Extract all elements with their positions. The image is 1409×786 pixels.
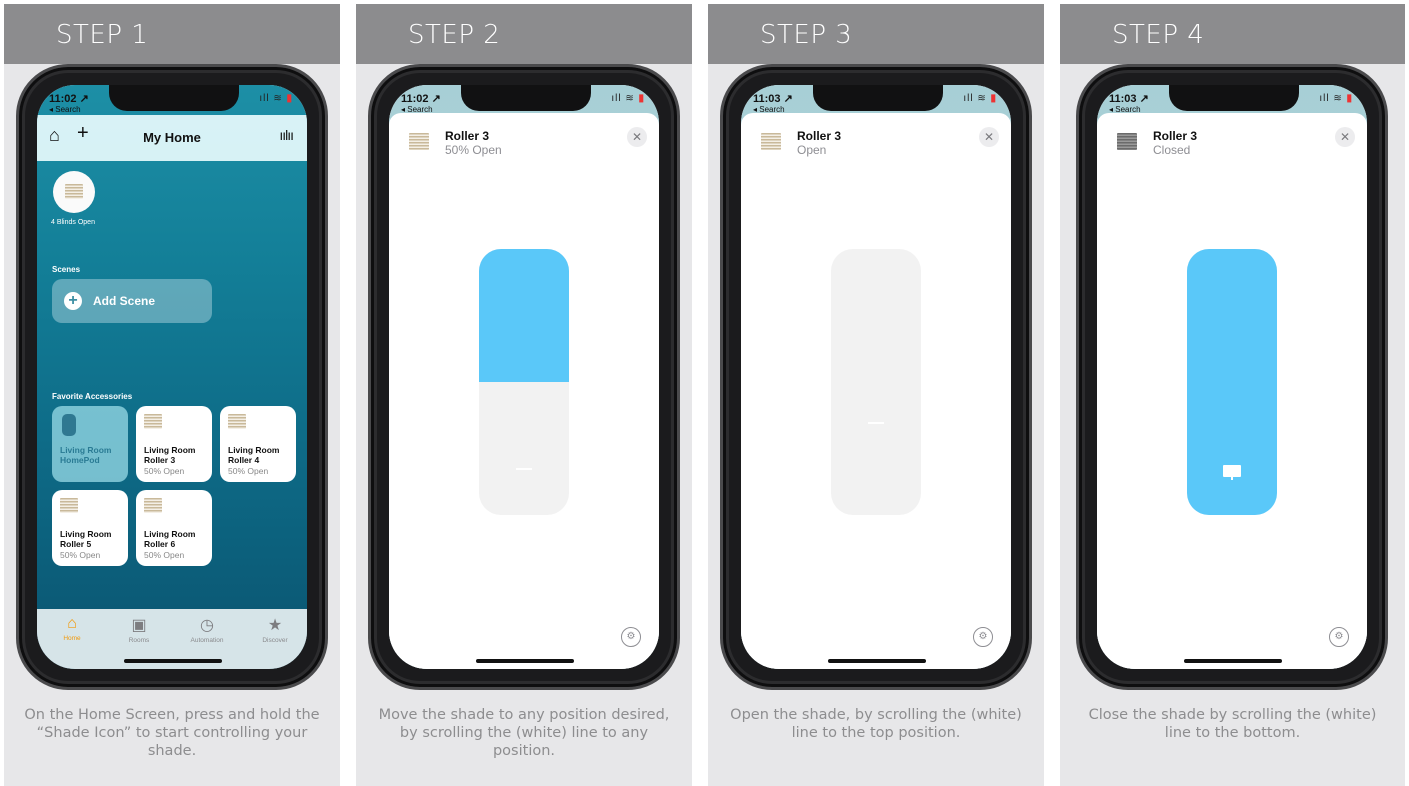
step-header: STEP 4 <box>1060 4 1405 64</box>
house-icon: ⌂ <box>67 615 77 632</box>
phone-frame: 11:02 ↗ ◂ Search ıll ≋ ▮ Roller 3 50% Op… <box>368 64 680 690</box>
favorites-label: Favorite Accessories <box>52 392 133 401</box>
step-4-panel: STEP 4 11:03 ↗ ◂ Search ıll ≋ ▮ Roller 3… <box>1060 4 1405 786</box>
step-caption: Open the shade, by scrolling the (white)… <box>730 707 1022 741</box>
accessory-name: Roller 3 <box>797 129 842 143</box>
accessory-sheet: Roller 3 Open ✕ ⚙ <box>741 113 1011 669</box>
blind-icon <box>60 498 78 513</box>
phone-screen: 11:02 ↗ ◂ Search ıll ≋ ▮ Roller 3 50% Op… <box>389 85 659 669</box>
tab-rooms[interactable]: ▣ Rooms <box>109 615 169 644</box>
shade-position-slider[interactable] <box>1187 249 1277 515</box>
phone-screen: 11:02 ↗ ◂ Search ıll ≋ ▮ ⌂ + My Home ııl… <box>37 85 307 669</box>
accessory-sheet: Roller 3 50% Open ✕ ⚙ <box>389 113 659 669</box>
tab-automation[interactable]: ◷ Automation <box>177 615 237 644</box>
accessory-tile-roller-3[interactable]: Living Room Roller 3 50% Open <box>136 406 212 482</box>
step-header: STEP 1 <box>4 4 340 64</box>
slider-handle[interactable] <box>516 468 532 471</box>
phone-screen: 11:03 ↗ ◂ Search ıll ≋ ▮ Roller 3 Closed… <box>1097 85 1367 669</box>
gear-icon[interactable]: ⚙ <box>621 627 641 647</box>
accessory-status: Closed <box>1153 143 1191 157</box>
clock-icon: ◷ <box>200 617 214 634</box>
home-top-bar: ⌂ + My Home ıılıı <box>37 115 307 161</box>
blind-icon <box>65 184 83 199</box>
accessory-tile-roller-4[interactable]: Living Room Roller 4 50% Open <box>220 406 296 482</box>
step-3-panel: STEP 3 11:03 ↗ ◂ Search ıll ≋ ▮ Roller 3… <box>708 4 1044 786</box>
back-to-search-link[interactable]: ◂ Search <box>753 105 785 114</box>
tab-home[interactable]: ⌂ Home <box>42 615 102 642</box>
accessory-tile-homepod[interactable]: Living Room HomePod <box>52 406 128 482</box>
accessory-tile-roller-5[interactable]: Living Room Roller 5 50% Open <box>52 490 128 566</box>
step-caption: Close the shade by scrolling the (white)… <box>1088 707 1377 741</box>
step-header: STEP 3 <box>708 4 1044 64</box>
scenes-label: Scenes <box>52 265 81 274</box>
blind-icon <box>409 133 429 150</box>
homepod-icon <box>62 414 76 436</box>
rooms-icon: ▣ <box>131 617 147 634</box>
tab-discover[interactable]: ★ Discover <box>245 615 305 644</box>
add-scene-button[interactable]: + Add Scene <box>52 279 212 323</box>
status-icons: ıll ≋ ▮ <box>611 93 645 104</box>
blind-closed-icon <box>1117 133 1137 150</box>
back-to-search-link[interactable]: ◂ Search <box>1109 105 1141 114</box>
blind-icon <box>144 414 162 429</box>
shade-icon-button[interactable] <box>53 171 95 213</box>
status-time: 11:02 ↗ <box>401 93 441 105</box>
status-time: 11:02 ↗ <box>49 93 89 105</box>
blind-icon <box>761 133 781 150</box>
gear-icon[interactable]: ⚙ <box>973 627 993 647</box>
step-2-panel: STEP 2 11:02 ↗ ◂ Search ıll ≋ ▮ Roller 3… <box>356 4 692 786</box>
status-time: 11:03 ↗ <box>753 93 793 105</box>
step-header: STEP 2 <box>356 4 692 64</box>
step-1-panel: STEP 1 11:02 ↗ ◂ Search ıll ≋ ▮ ⌂ + My H… <box>4 4 340 786</box>
blind-icon <box>228 414 246 429</box>
phone-frame: 11:03 ↗ ◂ Search ıll ≋ ▮ Roller 3 Open ✕… <box>720 64 1032 690</box>
page-title: My Home <box>143 130 201 145</box>
status-time: 11:03 ↗ <box>1109 93 1149 105</box>
star-icon: ★ <box>267 617 283 634</box>
plus-circle-icon: + <box>64 292 82 310</box>
gear-icon[interactable]: ⚙ <box>1329 627 1349 647</box>
accessory-status: Open <box>797 143 827 157</box>
phone-frame: 11:02 ↗ ◂ Search ıll ≋ ▮ ⌂ + My Home ııl… <box>16 64 328 690</box>
phone-frame: 11:03 ↗ ◂ Search ıll ≋ ▮ Roller 3 Closed… <box>1076 64 1388 690</box>
back-to-search-link[interactable]: ◂ Search <box>49 105 81 114</box>
status-icons: ıll ≋ ▮ <box>963 93 997 104</box>
waveform-icon[interactable]: ıılıı <box>279 127 294 143</box>
close-icon[interactable]: ✕ <box>627 127 647 147</box>
step-caption: On the Home Screen, press and hold the “… <box>24 707 320 759</box>
shade-position-slider[interactable] <box>831 249 921 515</box>
accessory-name: Roller 3 <box>1153 129 1198 143</box>
blinds-summary: 4 Blinds Open <box>51 219 95 226</box>
accessory-status: 50% Open <box>445 143 502 157</box>
accessory-name: Roller 3 <box>445 129 490 143</box>
accessory-tile-roller-6[interactable]: Living Room Roller 6 50% Open <box>136 490 212 566</box>
shade-closed-icon <box>1223 465 1241 480</box>
back-to-search-link[interactable]: ◂ Search <box>401 105 433 114</box>
shade-position-slider[interactable] <box>479 249 569 515</box>
accessory-sheet: Roller 3 Closed ✕ ⚙ <box>1097 113 1367 669</box>
status-icons: ıll ≋ ▮ <box>1319 93 1353 104</box>
close-icon[interactable]: ✕ <box>979 127 999 147</box>
step-caption: Move the shade to any position desired, … <box>378 707 670 759</box>
blind-icon <box>144 498 162 513</box>
slider-fill <box>479 249 569 382</box>
close-icon[interactable]: ✕ <box>1335 127 1355 147</box>
phone-screen: 11:03 ↗ ◂ Search ıll ≋ ▮ Roller 3 Open ✕… <box>741 85 1011 669</box>
status-icons: ıll ≋ ▮ <box>259 93 293 104</box>
slider-handle[interactable] <box>868 421 884 424</box>
